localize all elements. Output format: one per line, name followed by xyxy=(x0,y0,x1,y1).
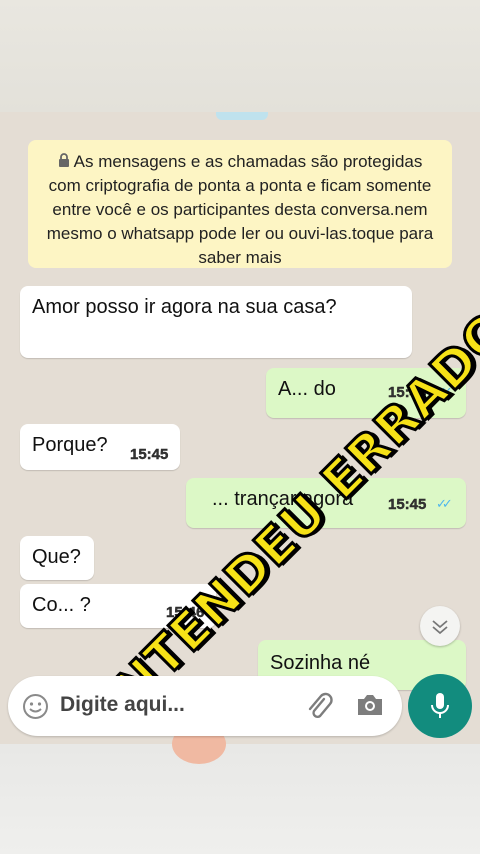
top-blurred-band xyxy=(0,0,480,112)
scroll-hint xyxy=(216,112,268,120)
message-time: 15:45 xyxy=(388,496,427,513)
lock-icon xyxy=(58,153,69,167)
message-input[interactable]: Digite aqui... xyxy=(60,693,185,717)
message-input-bar[interactable]: Digite aqui... xyxy=(8,676,402,736)
scroll-down-button[interactable] xyxy=(420,606,460,646)
message-bubble-incoming[interactable]: Que? xyxy=(20,536,94,580)
message-text: Amor posso ir agora na sua casa? xyxy=(32,296,337,318)
emoji-icon[interactable] xyxy=(22,693,49,720)
paperclip-icon[interactable] xyxy=(304,690,334,722)
read-ticks-icon: ✓✓ xyxy=(436,496,453,511)
message-bubble-incoming[interactable]: Porque? 15:45 xyxy=(20,424,180,470)
encryption-notice-text: As mensagens e as chamadas são protegida… xyxy=(46,152,434,267)
message-text: Sozinha né xyxy=(270,652,371,674)
message-bubble-incoming[interactable]: Amor posso ir agora na sua casa? xyxy=(20,286,412,358)
message-text: Co... ? xyxy=(32,594,91,616)
mic-button[interactable] xyxy=(408,674,472,738)
camera-icon[interactable] xyxy=(356,692,384,718)
message-text: Que? xyxy=(32,546,81,568)
message-text: A... do xyxy=(278,378,336,400)
message-text: Porque? xyxy=(32,434,108,456)
mic-icon xyxy=(431,693,449,718)
bottom-blurred-band xyxy=(0,744,480,854)
message-time: 15:45 xyxy=(130,446,169,463)
chat-area[interactable]: As mensagens e as chamadas são protegida… xyxy=(0,112,480,744)
encryption-notice[interactable]: As mensagens e as chamadas são protegida… xyxy=(28,140,452,268)
chevron-down-icon xyxy=(432,620,448,635)
